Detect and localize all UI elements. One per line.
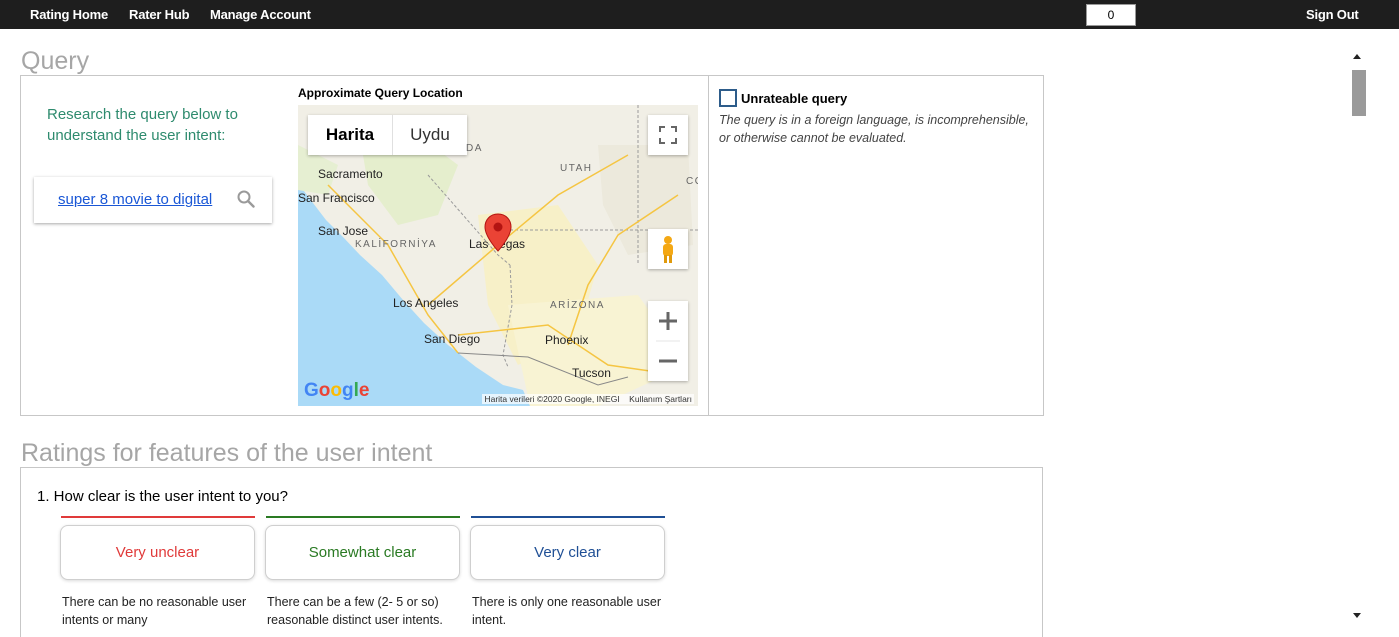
street-view-button[interactable] bbox=[648, 229, 688, 269]
query-panel: Research the query below to understand t… bbox=[20, 75, 1044, 416]
map-label: Approximate Query Location bbox=[298, 86, 463, 100]
query-location-map[interactable]: Harita Uydu DA UTAH C KALİFORNİYA ARİZON… bbox=[298, 105, 698, 406]
somewhat-clear-button[interactable]: Somewhat clear bbox=[265, 525, 460, 580]
map-region-kaliforniya: KALİFORNİYA bbox=[355, 239, 437, 250]
zoom-in-button[interactable] bbox=[648, 301, 688, 341]
nav-manage-account[interactable]: Manage Account bbox=[210, 7, 311, 22]
map-tab-uydu[interactable]: Uydu bbox=[392, 115, 467, 155]
option-1-accent-line bbox=[61, 516, 255, 518]
top-nav-bar: Rating Home Rater Hub Manage Account 0 S… bbox=[0, 0, 1399, 29]
page-scrollbar[interactable] bbox=[1346, 50, 1368, 627]
map-data-credit: Harita verileri ©2020 Google, INEGI bbox=[484, 394, 620, 404]
map-city-san-francisco: San Francisco bbox=[298, 191, 375, 205]
location-marker-icon bbox=[484, 213, 512, 252]
scroll-up-arrow-icon[interactable] bbox=[1353, 54, 1361, 59]
map-city-san-diego: San Diego bbox=[424, 332, 481, 346]
ratings-panel: 1. How clear is the user intent to you? … bbox=[20, 467, 1043, 637]
unrateable-checkbox[interactable] bbox=[719, 89, 737, 107]
map-type-tabs: Harita Uydu bbox=[308, 115, 467, 155]
very-unclear-description: There can be no reasonable user intents … bbox=[62, 595, 247, 627]
fullscreen-icon bbox=[659, 126, 677, 144]
map-city-phoenix: Phoenix bbox=[545, 333, 589, 347]
task-counter: 0 bbox=[1086, 4, 1136, 26]
query-link[interactable]: super 8 movie to digital bbox=[58, 191, 212, 208]
map-region-utah: UTAH bbox=[560, 163, 593, 174]
option-3-accent-line bbox=[471, 516, 665, 518]
map-region-da: DA bbox=[466, 143, 483, 154]
map-city-san-jose: San Jose bbox=[318, 224, 369, 238]
nav-rater-hub[interactable]: Rater Hub bbox=[129, 7, 190, 22]
query-panel-divider bbox=[708, 76, 709, 415]
map-region-arizona: ARİZONA bbox=[550, 300, 605, 311]
query-card: super 8 movie to digital bbox=[34, 177, 272, 223]
map-terms-link[interactable]: Kullanım Şartları bbox=[629, 394, 692, 404]
very-clear-button[interactable]: Very clear bbox=[470, 525, 665, 580]
map-attribution: Harita verileri ©2020 Google, INEGI Kull… bbox=[482, 394, 694, 404]
pegman-icon bbox=[663, 236, 673, 263]
map-region-co: CO bbox=[686, 176, 698, 187]
scroll-down-arrow-icon[interactable] bbox=[1353, 613, 1361, 618]
very-clear-description: There is only one reasonable user intent… bbox=[472, 595, 662, 627]
map-city-tucson: Tucson bbox=[572, 366, 611, 380]
window-right-margin bbox=[1369, 29, 1399, 627]
nav-sign-out[interactable]: Sign Out bbox=[1306, 7, 1359, 22]
search-icon[interactable] bbox=[236, 189, 256, 209]
nav-rating-home[interactable]: Rating Home bbox=[30, 7, 108, 22]
research-instructions: Research the query below to understand t… bbox=[47, 106, 238, 144]
unrateable-label[interactable]: Unrateable query bbox=[741, 91, 847, 106]
question-1: 1. How clear is the user intent to you? bbox=[37, 488, 288, 505]
map-city-sacramento: Sacramento bbox=[318, 167, 383, 181]
zoom-out-button[interactable] bbox=[648, 341, 688, 381]
very-unclear-button[interactable]: Very unclear bbox=[60, 525, 255, 580]
unrateable-description: The query is in a foreign language, is i… bbox=[719, 113, 1029, 145]
ratings-section-title: Ratings for features of the user intent bbox=[21, 439, 433, 467]
map-tab-harita[interactable]: Harita bbox=[308, 115, 392, 155]
query-section-title: Query bbox=[21, 47, 90, 75]
google-logo: Google bbox=[304, 380, 370, 401]
somewhat-clear-description: There can be a few (2- 5 or so) reasonab… bbox=[267, 595, 443, 627]
option-2-accent-line bbox=[266, 516, 460, 518]
map-city-los-angeles: Los Angeles bbox=[393, 296, 459, 310]
fullscreen-button[interactable] bbox=[648, 115, 688, 155]
scrollbar-thumb[interactable] bbox=[1352, 70, 1366, 116]
